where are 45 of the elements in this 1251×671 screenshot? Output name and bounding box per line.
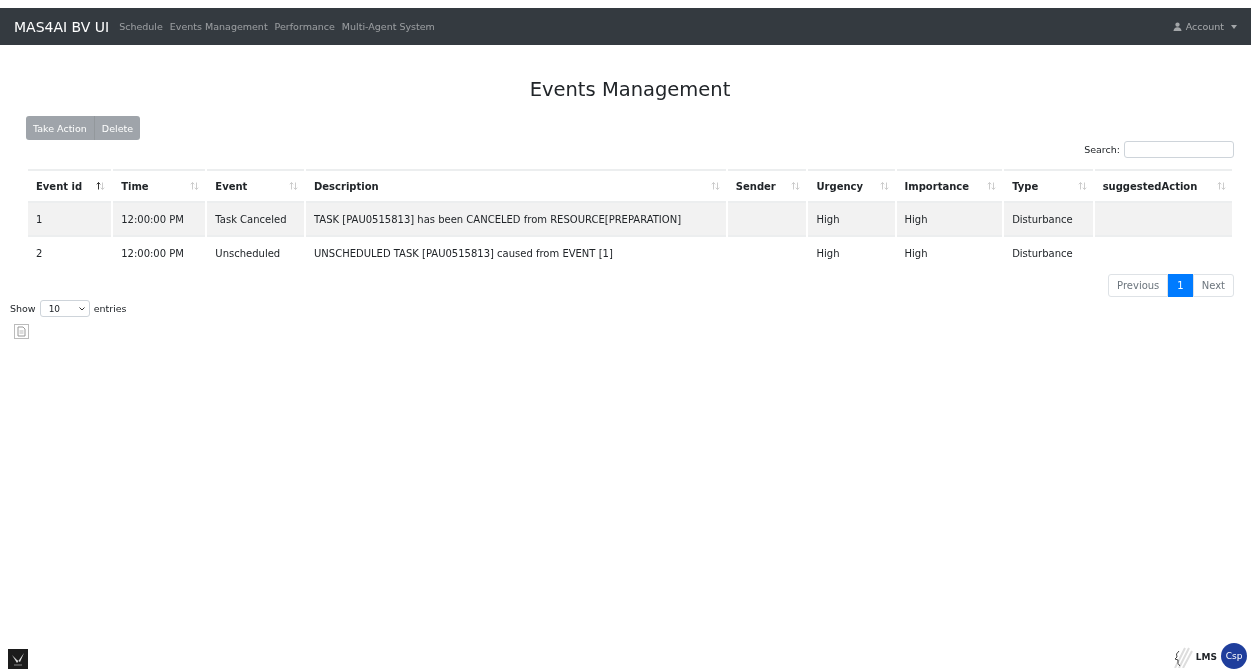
- table-cell: Unscheduled: [215, 247, 281, 259]
- column-label: Description: [314, 180, 379, 192]
- column-label: suggestedAction: [1102, 180, 1198, 192]
- nav-link[interactable]: Schedule: [119, 21, 163, 32]
- table-cell: 1: [36, 213, 43, 225]
- document-icon[interactable]: [14, 324, 29, 339]
- column-label: Event: [215, 180, 248, 192]
- table-cell: Disturbance: [1012, 213, 1073, 225]
- column-label: Event id: [36, 180, 83, 192]
- page-title: Events Management: [528, 78, 732, 101]
- table-cell: High: [816, 247, 840, 259]
- entries-label: entries: [93, 303, 127, 314]
- table-cell: 12:00:00 PM: [121, 213, 184, 225]
- entries-select[interactable]: 10: [39, 300, 90, 317]
- table-cell: UNSCHEDULED TASK [PAU0515813] caused from EVENT [1]: [314, 247, 613, 259]
- table-cell: High: [904, 213, 928, 225]
- logo-text: LMS: [1195, 652, 1217, 662]
- nav-link[interactable]: Events Management: [169, 21, 268, 32]
- column-label: Importance: [904, 180, 969, 192]
- column-label: Sender: [735, 180, 776, 192]
- column-label: Urgency: [816, 180, 864, 192]
- circle-logo: Csp: [1221, 643, 1247, 669]
- caret-icon: [1231, 24, 1237, 29]
- account-menu[interactable]: Account: [1185, 21, 1224, 32]
- brand-title[interactable]: MAS4AI BV UI: [14, 18, 110, 35]
- show-label: Show: [10, 303, 36, 314]
- table-cell: High: [816, 213, 840, 225]
- table-cell: Task Canceled: [215, 213, 287, 225]
- page-button[interactable]: 1: [1168, 274, 1193, 297]
- nav-link[interactable]: Multi-Agent System: [341, 21, 435, 32]
- page-button[interactable]: Previous: [1108, 274, 1169, 297]
- chevron-icon: [78, 306, 85, 311]
- table-cell: High: [904, 247, 928, 259]
- page-button[interactable]: Next: [1192, 274, 1234, 297]
- nav-link[interactable]: Performance: [274, 21, 335, 32]
- column-label: Type: [1012, 180, 1039, 192]
- user-icon: [1172, 22, 1182, 31]
- search-field[interactable]: [1124, 141, 1234, 158]
- search-label: Search:: [1084, 144, 1120, 155]
- column-label: Time: [121, 180, 149, 192]
- logo-icon: [8, 649, 28, 669]
- table-cell: 2: [36, 247, 43, 259]
- table-cell: TASK [PAU0515813] has been CANCELED from RESOURCE[PREPARATION]: [314, 213, 682, 225]
- table-cell: 12:00:00 PM: [121, 247, 184, 259]
- table-cell: Disturbance: [1012, 247, 1073, 259]
